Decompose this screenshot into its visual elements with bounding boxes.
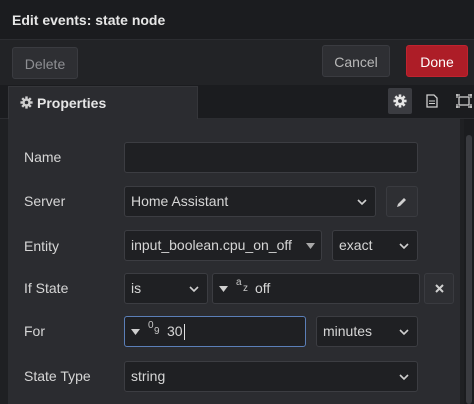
for-unit-value: minutes <box>323 323 373 339</box>
entity-match-select[interactable]: exact <box>332 230 418 261</box>
number-type-glyph-bottom: 9 <box>154 326 160 337</box>
done-button[interactable]: Done <box>406 45 468 77</box>
for-label: For <box>24 323 45 339</box>
if-state-operator-value: is <box>131 280 142 296</box>
delete-button[interactable]: Delete <box>12 47 78 79</box>
entity-label: Entity <box>24 238 60 254</box>
chevron-down-icon <box>357 199 367 206</box>
tab-description[interactable] <box>420 88 444 114</box>
triangle-down-icon <box>219 286 228 292</box>
chevron-down-icon <box>189 286 199 293</box>
triangle-down-icon <box>306 243 315 249</box>
tab-properties[interactable]: Properties <box>8 86 198 119</box>
frame-icon <box>456 94 472 108</box>
if-state-value-input[interactable]: a z off <box>212 273 420 304</box>
triangle-down-icon <box>131 329 140 335</box>
entity-match-value: exact <box>339 237 373 253</box>
chevron-down-icon <box>399 243 409 250</box>
document-icon <box>426 94 438 108</box>
chevron-down-icon <box>399 329 409 336</box>
if-state-label: If State <box>24 280 69 296</box>
scrollbar[interactable] <box>464 119 474 404</box>
gear-icon <box>393 94 407 108</box>
server-value: Home Assistant <box>131 193 229 209</box>
state-type-value: string <box>131 368 166 384</box>
scrollbar-thumb[interactable] <box>466 135 472 404</box>
gear-icon <box>20 96 33 109</box>
cancel-button[interactable]: Cancel <box>322 45 390 77</box>
state-type-select[interactable]: string <box>124 361 418 392</box>
tab-settings[interactable] <box>388 88 412 114</box>
pencil-icon <box>397 197 406 207</box>
dialog-titlebar: Edit events: state node <box>0 0 474 40</box>
entity-select[interactable]: input_boolean.cpu_on_off <box>124 230 322 261</box>
edit-server-button[interactable] <box>386 186 418 217</box>
for-value-input[interactable]: 0 9 30 <box>124 316 306 347</box>
name-input[interactable] <box>124 142 418 173</box>
string-type-glyph-bottom: z <box>243 283 248 294</box>
close-icon <box>434 284 444 293</box>
tab-appearance[interactable] <box>452 88 474 114</box>
number-type-glyph-top: 0 <box>148 320 154 331</box>
text-cursor <box>183 324 185 341</box>
server-label: Server <box>24 193 66 209</box>
state-type-label: State Type <box>24 368 91 384</box>
string-type-glyph-top: a <box>236 277 242 288</box>
if-state-value: off <box>255 280 271 296</box>
chevron-down-icon <box>399 374 409 381</box>
dialog-title: Edit events: state node <box>12 12 166 28</box>
name-label: Name <box>24 149 62 165</box>
entity-value: input_boolean.cpu_on_off <box>131 237 292 253</box>
tab-properties-label: Properties <box>37 95 107 111</box>
for-value: 30 <box>167 323 183 339</box>
remove-if-state-button[interactable] <box>424 273 454 304</box>
if-state-operator-select[interactable]: is <box>124 273 208 304</box>
server-select[interactable]: Home Assistant <box>124 186 376 217</box>
for-unit-select[interactable]: minutes <box>316 316 418 347</box>
